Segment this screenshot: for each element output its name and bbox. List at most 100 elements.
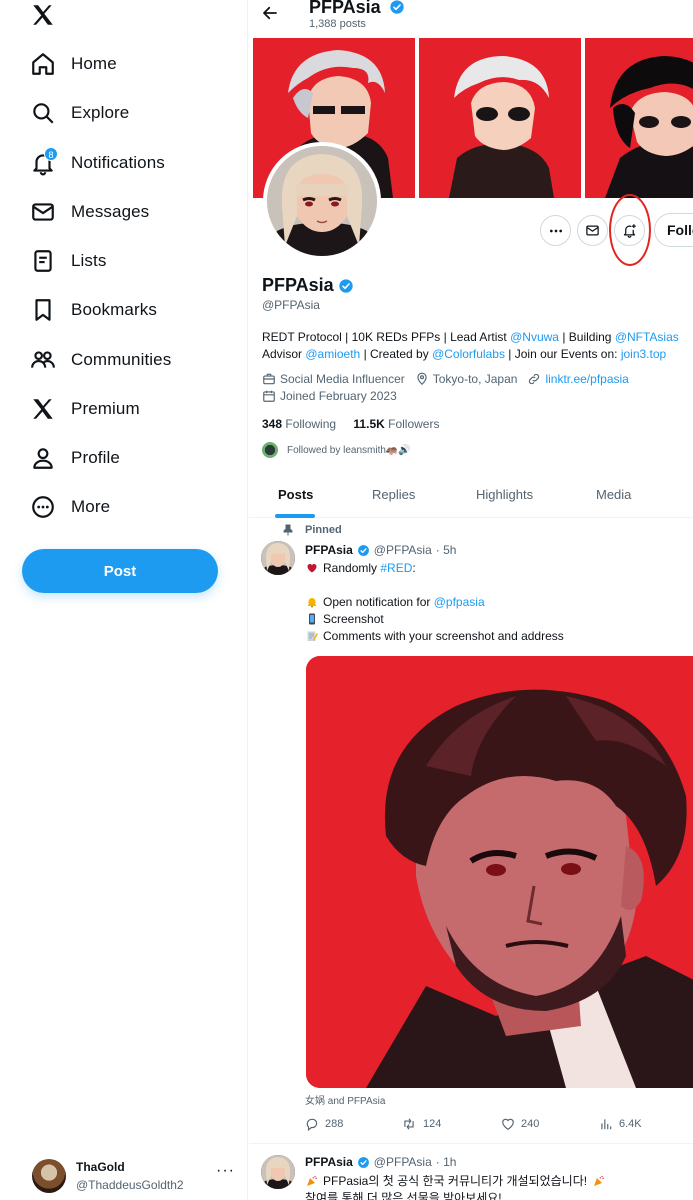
mention-link[interactable]: @Nvuwa <box>510 330 559 344</box>
reply-count: 288 <box>325 1118 344 1130</box>
tweet-text-line: Open notification for @pfpasia <box>305 595 485 609</box>
tweet-author-name[interactable]: PFPAsia <box>305 543 353 557</box>
bio-line: Advisor @amioeth | Created by @Colorfula… <box>262 346 679 363</box>
bio-text: | Join our Events on: <box>504 347 621 361</box>
x-logo-icon[interactable] <box>30 2 58 30</box>
profile-bio: REDT Protocol | 10K REDs PFPs | Lead Art… <box>262 329 679 363</box>
follow-counts: 348 Following 11.5K Followers <box>262 417 439 431</box>
nav-more[interactable]: More <box>30 487 110 527</box>
profile-meta: Social Media Influencer Tokyo-to, Japan … <box>262 372 639 386</box>
message-button[interactable] <box>577 215 608 246</box>
reply-icon <box>305 1117 319 1131</box>
tweet-divider <box>249 1143 693 1144</box>
tab-highlights[interactable]: Highlights <box>476 487 533 502</box>
follow-button[interactable]: Follow <box>654 213 693 247</box>
tweet-author-handle[interactable]: @PFPAsia <box>374 543 432 557</box>
website-link[interactable]: linktr.ee/pfpasia <box>545 372 628 386</box>
verified-badge-icon <box>338 278 354 294</box>
tab-replies[interactable]: Replies <box>372 487 415 502</box>
category-item: Social Media Influencer <box>262 372 405 386</box>
back-arrow-icon[interactable] <box>261 4 279 22</box>
website-link[interactable]: join3.top <box>621 347 666 361</box>
tweet-text: PFPasia의 첫 공식 한국 커뮤니티가 개설되었습니다! <box>323 1174 588 1188</box>
profile-name: PFPAsia <box>262 275 354 296</box>
person-icon <box>30 445 56 471</box>
verified-badge-icon <box>357 1156 370 1169</box>
page-title-text: PFPAsia <box>309 0 381 17</box>
profile-tabs: Posts Replies Highlights Media <box>249 470 693 518</box>
tweet-header: PFPAsia @PFPAsia · 1h <box>305 1155 456 1169</box>
nav-lists[interactable]: Lists <box>30 241 106 281</box>
bio-text: | Created by <box>360 347 433 361</box>
more-icon[interactable]: ··· <box>216 1162 235 1180</box>
followed-by[interactable]: Followed by leansmith🦛🔊 <box>262 442 411 458</box>
account-switcher[interactable]: ThaGold @ThaddeusGoldth2 ··· <box>32 1157 242 1197</box>
profile-handle: @PFPAsia <box>262 298 320 312</box>
mention-link[interactable]: @Colorfulabs <box>432 347 505 361</box>
page-title: PFPAsia <box>309 0 405 18</box>
nav-premium[interactable]: Premium <box>30 389 140 429</box>
nav-lists-label: Lists <box>71 251 107 270</box>
tweet-text: Comments with your screenshot and addres… <box>323 629 564 643</box>
nav-home[interactable]: Home <box>30 44 117 84</box>
profile-joined: Joined February 2023 <box>262 389 407 403</box>
tweet-text-line: Comments with your screenshot and addres… <box>305 629 564 643</box>
briefcase-icon <box>262 372 276 386</box>
mention-link[interactable]: @amioeth <box>305 347 360 361</box>
tweet-text-line: 참여를 통해 더 많은 선물을 받아보세요! <box>305 1189 502 1200</box>
home-icon <box>30 51 56 77</box>
mention-link[interactable]: @NFTAsias <box>615 330 679 344</box>
following-link[interactable]: 348 Following <box>262 417 336 431</box>
tweet-text-line: Screenshot <box>305 612 384 626</box>
search-icon <box>30 100 56 126</box>
hashtag-link[interactable]: #RED <box>380 561 412 575</box>
profile-avatar[interactable] <box>263 142 381 260</box>
tweet-timestamp[interactable]: · 1h <box>436 1155 457 1169</box>
tab-media[interactable]: Media <box>596 487 631 502</box>
location-text: Tokyo-to, Japan <box>432 372 518 386</box>
nav-communities[interactable]: Communities <box>30 340 171 380</box>
tab-posts[interactable]: Posts <box>278 487 313 502</box>
bookmark-icon <box>30 297 56 323</box>
followed-by-text: Followed by leansmith🦛🔊 <box>287 444 411 456</box>
nav-messages-label: Messages <box>71 202 150 221</box>
nav-explore[interactable]: Explore <box>30 93 129 133</box>
tweet-media-image[interactable] <box>306 656 693 1088</box>
nav-profile[interactable]: Profile <box>30 438 120 478</box>
tagged-users[interactable]: 女娲 and PFPAsia <box>305 1092 385 1107</box>
profile-main: PFPAsia 1,388 posts Foll PFPAsia @PFPAsi… <box>249 0 693 1200</box>
tweet-actions: 288 124 240 6.4K <box>305 1117 693 1135</box>
envelope-icon <box>30 199 56 225</box>
avatar[interactable] <box>261 1155 295 1189</box>
nav-notifications-label: Notifications <box>71 153 165 172</box>
views-button[interactable]: 6.4K <box>599 1117 642 1131</box>
views-count: 6.4K <box>619 1118 642 1130</box>
nav-messages[interactable]: Messages <box>30 192 149 232</box>
bell-icon: 8 <box>30 147 58 176</box>
reply-button[interactable]: 288 <box>305 1117 343 1131</box>
category-text: Social Media Influencer <box>280 372 405 386</box>
mention-link[interactable]: @pfpasia <box>434 595 485 609</box>
followers-count: 11.5K <box>353 417 385 431</box>
tweet-author-name[interactable]: PFPAsia <box>305 1155 353 1169</box>
pinned-label: Pinned <box>283 524 342 536</box>
avatar[interactable] <box>261 541 295 575</box>
followers-link[interactable]: 11.5K Followers <box>353 417 439 431</box>
nav-notifications[interactable]: 8 Notifications <box>30 143 165 183</box>
repost-button[interactable]: 124 <box>401 1117 441 1131</box>
nav-bookmarks[interactable]: Bookmarks <box>30 290 157 330</box>
tweet-author-handle[interactable]: @PFPAsia <box>374 1155 432 1169</box>
more-options-button[interactable] <box>540 215 571 246</box>
post-count: 1,388 posts <box>309 18 366 30</box>
envelope-icon <box>585 223 600 238</box>
pin-icon <box>283 524 293 536</box>
post-button[interactable]: Post <box>22 549 218 593</box>
tweet-timestamp[interactable]: · 5h <box>436 543 457 557</box>
nav-home-label: Home <box>71 54 117 73</box>
following-label: Following <box>285 417 337 431</box>
tweet-text: : <box>412 561 416 575</box>
party-popper-emoji-icon <box>305 1174 318 1187</box>
verified-badge-icon <box>357 544 370 557</box>
like-button[interactable]: 240 <box>501 1117 539 1131</box>
website-item[interactable]: linktr.ee/pfpasia <box>527 372 629 386</box>
